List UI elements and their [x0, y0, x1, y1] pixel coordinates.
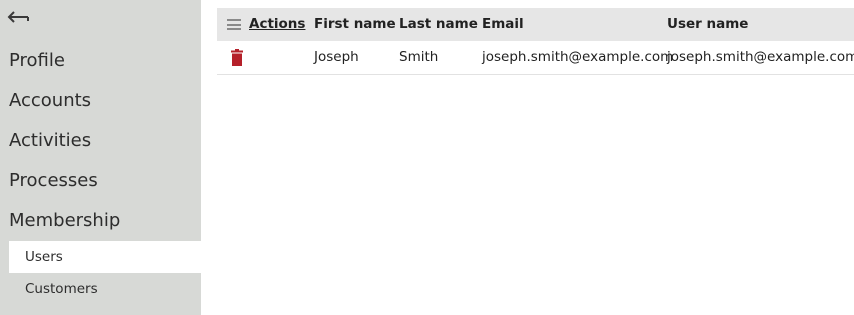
column-header-email[interactable]: Email	[482, 8, 524, 41]
column-header-first-name[interactable]: First name	[314, 8, 396, 41]
sidebar-subitem-users[interactable]: Users	[9, 241, 201, 273]
arrow-left-icon	[7, 11, 29, 23]
sidebar-item-processes[interactable]: Processes	[9, 170, 98, 191]
cell-email: joseph.smith@example.com	[482, 49, 674, 65]
column-header-actions[interactable]: Actions	[249, 8, 305, 41]
column-header-user-name[interactable]: User name	[667, 8, 748, 41]
users-table: Actions First name Last name Email User …	[217, 8, 854, 75]
cell-first-name: Joseph	[314, 49, 359, 65]
trash-icon[interactable]	[231, 49, 243, 66]
sidebar-item-activities[interactable]: Activities	[9, 130, 91, 151]
table-header: Actions First name Last name Email User …	[217, 8, 854, 41]
sidebar-item-membership[interactable]: Membership	[9, 210, 120, 231]
sidebar-item-accounts[interactable]: Accounts	[9, 90, 91, 111]
sidebar-item-profile[interactable]: Profile	[9, 50, 65, 71]
sidebar: Profile Accounts Activities Processes Me…	[0, 0, 201, 315]
column-header-last-name[interactable]: Last name	[399, 8, 478, 41]
cell-last-name: Smith	[399, 49, 439, 65]
hamburger-icon[interactable]	[227, 19, 241, 30]
sidebar-subitem-customers[interactable]: Customers	[9, 273, 201, 305]
cell-user-name: joseph.smith@example.com	[667, 49, 854, 65]
back-button[interactable]	[6, 8, 30, 26]
table-row: Joseph Smith joseph.smith@example.com jo…	[217, 41, 854, 75]
